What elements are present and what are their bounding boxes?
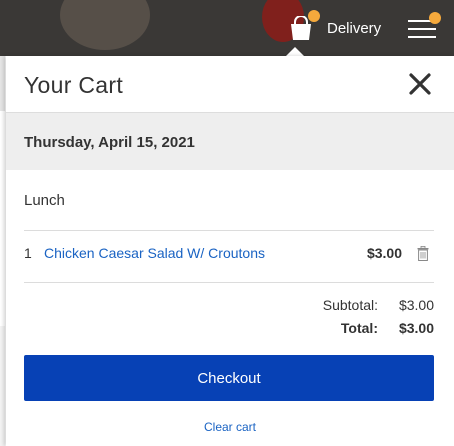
cart-title: Your Cart — [24, 72, 124, 98]
total-value: $3.00 — [398, 320, 434, 336]
subtotal-label: Subtotal: — [322, 297, 378, 313]
trash-icon[interactable] — [417, 246, 429, 261]
checkout-button[interactable]: Checkout — [24, 355, 434, 401]
order-date-bar: Thursday, April 15, 2021 — [6, 112, 454, 170]
clear-cart-link[interactable]: Clear cart — [6, 420, 454, 434]
total-label: Total: — [340, 320, 378, 336]
menu-badge — [429, 12, 441, 24]
cart-panel: Your Cart Thursday, April 15, 2021 Lunch… — [6, 56, 454, 446]
delivery-mode-link[interactable]: Delivery — [327, 20, 381, 37]
cart-badge — [308, 10, 320, 22]
item-quantity: 1 — [24, 245, 32, 261]
meal-heading: Lunch — [24, 192, 65, 209]
item-name-link[interactable]: Chicken Caesar Salad W/ Croutons — [44, 245, 265, 261]
hero-image-fragment — [60, 0, 150, 50]
top-bar: Delivery — [0, 0, 454, 56]
close-icon[interactable] — [406, 70, 434, 98]
item-price: $3.00 — [366, 245, 402, 261]
order-date: Thursday, April 15, 2021 — [24, 134, 195, 151]
divider — [24, 282, 434, 283]
divider — [24, 230, 434, 231]
subtotal-value: $3.00 — [398, 297, 434, 313]
